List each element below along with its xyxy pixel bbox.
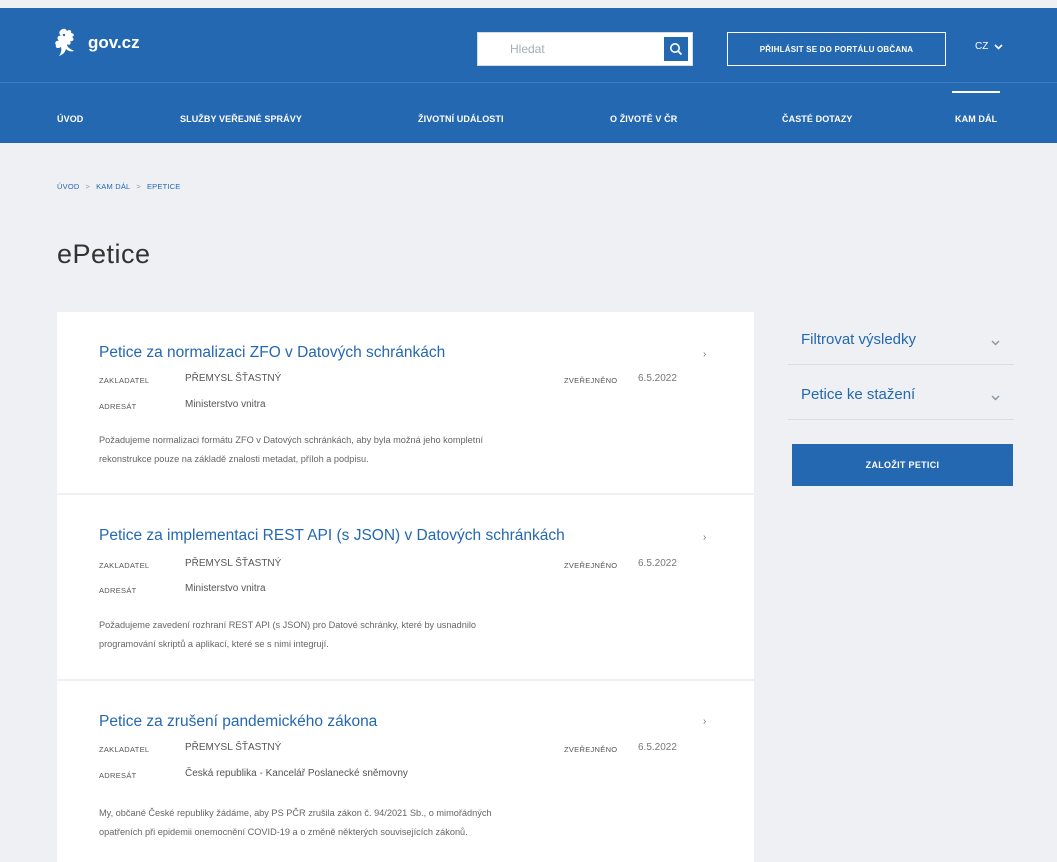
published-value: 6.5.2022 <box>638 558 677 569</box>
founder-label: ZAKLADATEL <box>99 376 150 385</box>
nav-item-sluzby[interactable]: SLUŽBY VEŘEJNÉ SPRÁVY <box>180 114 302 124</box>
petition-card[interactable]: Petice za zrušení pandemického zákona › … <box>57 681 754 862</box>
nav-item-kam-dal[interactable]: KAM DÁL <box>951 91 1001 124</box>
addressee-label: ADRESÁT <box>99 771 137 780</box>
nav-item-zivotni-udalosti[interactable]: ŽIVOTNÍ UDÁLOSTI <box>418 114 504 124</box>
breadcrumb-item-uvod[interactable]: ÚVOD <box>57 182 79 191</box>
chevron-right-icon: › <box>703 349 707 360</box>
addressee-value: Ministerstvo vnitra <box>185 583 266 594</box>
chevron-down-icon <box>991 388 1000 406</box>
gov-logo[interactable]: gov.cz <box>52 27 140 59</box>
login-button[interactable]: PŘIHLÁSIT SE DO PORTÁLU OBČANA <box>727 32 946 66</box>
language-selector[interactable]: CZ <box>975 41 1003 52</box>
addressee-label: ADRESÁT <box>99 402 137 411</box>
description-line: rekonstrukce pouze na základě znalosti m… <box>99 454 369 464</box>
filter-results-label: Filtrovat výsledky <box>801 331 917 348</box>
breadcrumb-separator: > <box>85 182 91 191</box>
addressee-value: Ministerstvo vnitra <box>185 399 266 410</box>
nav-item-o-zivote[interactable]: O ŽIVOTĚ V ČR <box>610 114 677 124</box>
search-input[interactable] <box>478 33 658 65</box>
petition-description: My, občané České republiky žádáme, aby P… <box>99 804 659 842</box>
language-label: CZ <box>975 41 989 52</box>
breadcrumb: ÚVOD > KAM DÁL > EPETICE <box>57 182 180 191</box>
nav-item-uvod[interactable]: ÚVOD <box>57 114 83 124</box>
lion-emblem-icon <box>55 28 74 56</box>
filter-results-toggle[interactable]: Filtrovat výsledky <box>788 313 1014 365</box>
published-value: 6.5.2022 <box>638 373 677 384</box>
published-value: 6.5.2022 <box>638 742 677 753</box>
description-line: Požadujeme zavedení rozhraní REST API (s… <box>99 620 477 630</box>
chevron-down-icon <box>994 43 1003 50</box>
chevron-right-icon: › <box>703 532 707 543</box>
description-line: My, občané České republiky žádáme, aby P… <box>99 808 492 818</box>
page-title: ePetice <box>57 239 151 269</box>
petition-download-label: Petice ke stažení <box>801 386 916 403</box>
petition-card[interactable]: Petice za implementaci REST API (s JSON)… <box>57 495 754 679</box>
founder-value: PŘEMYSL ŠŤASTNÝ <box>185 558 282 569</box>
founder-label: ZAKLADATEL <box>99 745 150 754</box>
breadcrumb-item-kam-dal[interactable]: KAM DÁL <box>96 182 130 191</box>
published-label: ZVEŘEJNĚNO <box>564 376 618 385</box>
petition-download-toggle[interactable]: Petice ke stažení <box>788 368 1014 420</box>
petition-title[interactable]: Petice za normalizaci ZFO v Datových sch… <box>99 344 445 362</box>
addressee-value: Česká republika - Kancelář Poslanecké sn… <box>185 768 408 779</box>
search-icon <box>670 43 683 56</box>
search-button[interactable] <box>664 37 688 61</box>
top-bar: gov.cz PŘIHLÁSIT SE DO PORTÁLU OBČANA CZ <box>0 8 1057 82</box>
petition-title[interactable]: Petice za implementaci REST API (s JSON)… <box>99 527 565 545</box>
breadcrumb-separator: > <box>136 182 141 191</box>
chevron-right-icon: › <box>703 716 707 727</box>
description-line: opatřeních při epidemii onemocnění COVID… <box>99 827 468 837</box>
chevron-down-icon <box>991 333 1000 351</box>
addressee-label: ADRESÁT <box>99 586 137 595</box>
petition-card[interactable]: Petice za normalizaci ZFO v Datových sch… <box>57 312 754 493</box>
petition-title[interactable]: Petice za zrušení pandemického zákona <box>99 713 377 731</box>
description-line: Požadujeme normalizaci formátu ZFO v Dat… <box>99 435 484 445</box>
founder-value: PŘEMYSL ŠŤASTNÝ <box>185 373 282 384</box>
logo-text: gov.cz <box>88 33 140 52</box>
petition-description: Požadujeme normalizaci formátu ZFO v Dat… <box>99 431 659 469</box>
founder-label: ZAKLADATEL <box>99 561 150 570</box>
breadcrumb-item-epetice: EPETICE <box>146 182 181 191</box>
published-label: ZVEŘEJNĚNO <box>564 745 618 754</box>
founder-value: PŘEMYSL ŠŤASTNÝ <box>185 742 282 753</box>
nav-item-caste-dotazy[interactable]: ČASTÉ DOTAZY <box>782 114 853 124</box>
search-box <box>477 32 693 66</box>
site-header: gov.cz PŘIHLÁSIT SE DO PORTÁLU OBČANA CZ… <box>0 8 1057 143</box>
main-nav: ÚVOD SLUŽBY VEŘEJNÉ SPRÁVY ŽIVOTNÍ UDÁLO… <box>0 82 1057 143</box>
description-line: programování skriptů a aplikací, které s… <box>99 639 329 649</box>
create-petition-button[interactable]: ZALOŽIT PETICI <box>792 444 1013 486</box>
petition-description: Požadujeme zavedení rozhraní REST API (s… <box>99 616 659 654</box>
published-label: ZVEŘEJNĚNO <box>564 561 618 570</box>
